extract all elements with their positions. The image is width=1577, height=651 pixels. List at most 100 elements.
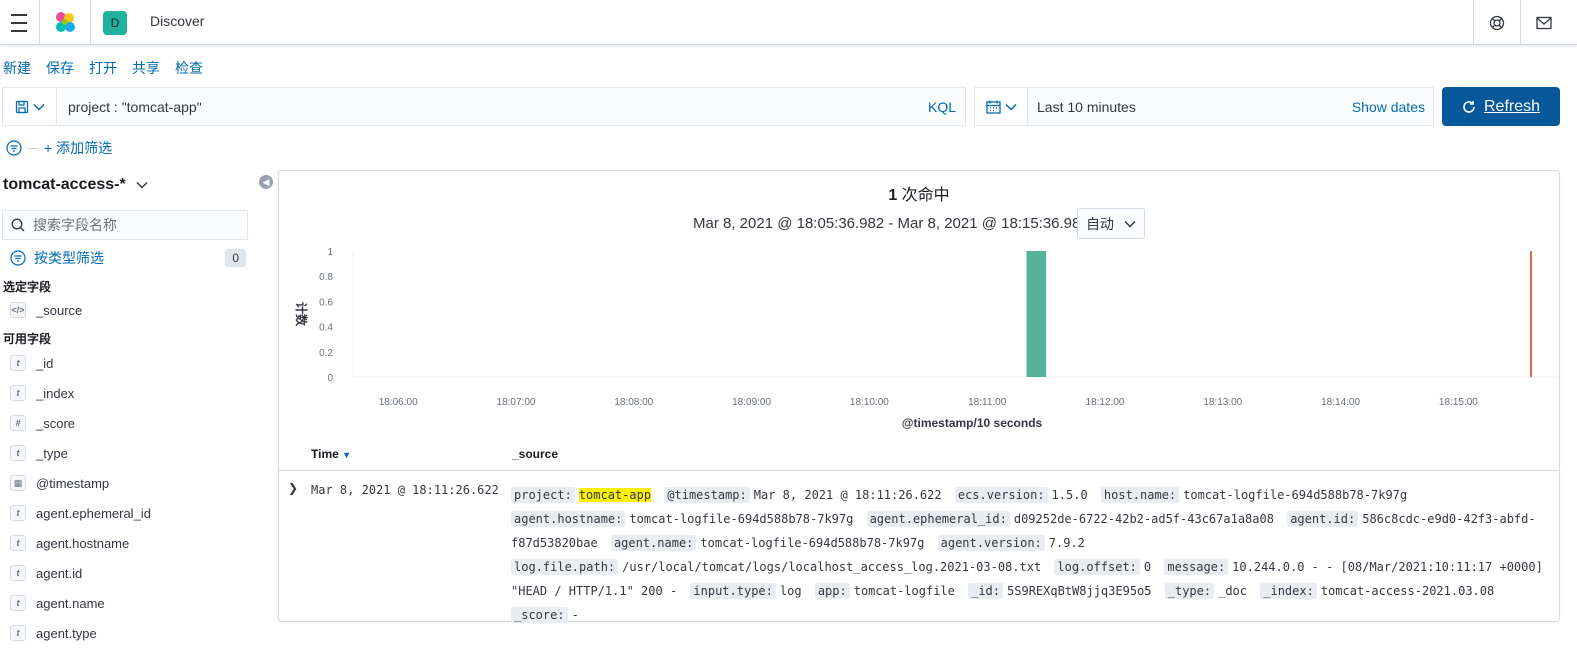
kibana-logo-icon[interactable]: [40, 0, 90, 45]
x-tick-label: 18:14:00: [1321, 397, 1360, 408]
filter-by-type-button[interactable]: 按类型筛选 0: [10, 248, 246, 268]
save-icon: [15, 100, 28, 113]
field-item[interactable]: t agent.type: [10, 625, 97, 641]
show-dates-link[interactable]: Show dates: [1352, 99, 1425, 115]
refresh-icon: [1463, 100, 1475, 113]
field-item[interactable]: ▦ @timestamp: [10, 475, 109, 491]
selected-fields-header: 选定字段: [3, 280, 52, 294]
date-type-icon: ▦: [10, 475, 26, 491]
filter-row: + 添加筛选: [6, 138, 112, 158]
source-field-key: log.file.path:: [511, 559, 619, 575]
source-type-icon: </>: [10, 302, 26, 318]
row-timestamp: Mar 8, 2021 @ 18:11:26.622: [311, 483, 499, 497]
field-item[interactable]: # _score: [10, 415, 75, 431]
chevron-down-icon: [1124, 220, 1136, 228]
filter-count-badge: 0: [225, 249, 246, 267]
source-field-value: Mar 8, 2021 @ 18:11:26.622: [753, 488, 942, 502]
help-icon[interactable]: [1474, 0, 1520, 45]
index-pattern-selector[interactable]: tomcat-access-*: [3, 176, 148, 194]
field-item[interactable]: t agent.id: [10, 565, 82, 581]
quick-select-button[interactable]: [975, 88, 1028, 125]
source-field-key: ecs.version:: [954, 487, 1048, 503]
x-tick-label: 18:15:00: [1439, 397, 1478, 408]
results-panel: 1 次命中 Mar 8, 2021 @ 18:05:36.982 - Mar 8…: [278, 170, 1560, 623]
field-item[interactable]: t agent.name: [10, 595, 105, 611]
filter-icon[interactable]: [6, 140, 22, 156]
source-field-key: agent.version:: [937, 535, 1045, 551]
menu-save[interactable]: 保存: [46, 58, 74, 78]
expand-row-icon[interactable]: ❯: [288, 481, 298, 495]
column-source[interactable]: _source: [512, 447, 558, 461]
time-range-text: Mar 8, 2021 @ 18:05:36.982 - Mar 8, 2021…: [693, 215, 1089, 232]
source-field-value: 7.9.2: [1048, 536, 1085, 550]
source-field-key: _index:: [1260, 583, 1317, 599]
field-item[interactable]: t _type: [10, 445, 68, 461]
chevron-down-icon: [136, 181, 148, 189]
histogram-bar: [1026, 251, 1047, 377]
menu-open[interactable]: 打开: [89, 58, 117, 78]
string-type-icon: t: [10, 565, 26, 581]
mail-icon[interactable]: [1521, 0, 1567, 45]
chevron-down-icon: [32, 103, 45, 111]
menu-new[interactable]: 新建: [3, 58, 31, 78]
source-field-key: input.type:: [690, 583, 776, 599]
x-axis-label: @timestamp/10 seconds: [902, 416, 1043, 430]
time-range-label[interactable]: Last 10 minutes: [1037, 99, 1136, 115]
table-header: Time ▼ _source: [279, 439, 1559, 471]
x-tick-label: 18:10:00: [850, 397, 889, 408]
menu-inspect[interactable]: 检查: [175, 58, 203, 78]
source-field-value: 1.5.0: [1051, 488, 1088, 502]
x-tick-label: 18:12:00: [1086, 397, 1125, 408]
source-field-key: _score:: [511, 607, 568, 623]
number-type-icon: #: [10, 415, 26, 431]
breadcrumb[interactable]: Discover: [150, 13, 204, 29]
kql-language-button[interactable]: KQL: [928, 99, 956, 115]
space-avatar[interactable]: D: [91, 0, 139, 45]
y-tick-label: 0.8: [319, 272, 333, 283]
string-type-icon: t: [10, 505, 26, 521]
y-tick-label: 0: [327, 373, 333, 384]
source-field-value: -: [571, 608, 579, 622]
field-sidebar: tomcat-access-* 搜索字段名称 按类型筛选 0 选定字段 </> …: [0, 170, 260, 651]
string-type-icon: t: [10, 535, 26, 551]
field-item[interactable]: </> _source: [10, 302, 82, 318]
x-tick-label: 18:06:00: [379, 397, 418, 408]
field-search-placeholder: 搜索字段名称: [33, 217, 117, 233]
field-search-input[interactable]: 搜索字段名称: [2, 210, 248, 240]
add-filter-link[interactable]: + 添加筛选: [44, 138, 112, 158]
field-item[interactable]: t _id: [10, 355, 53, 371]
field-item[interactable]: t agent.ephemeral_id: [10, 505, 151, 521]
source-field-key: agent.id:: [1287, 511, 1359, 527]
search-input[interactable]: project : "tomcat-app": [68, 99, 202, 115]
y-tick-label: 0.2: [319, 348, 333, 359]
source-field-key: host.name:: [1100, 487, 1180, 503]
string-type-icon: t: [10, 595, 26, 611]
x-tick-label: 18:08:00: [614, 397, 653, 408]
menu-icon[interactable]: [0, 0, 38, 45]
interval-select[interactable]: 自动: [1077, 208, 1145, 239]
field-item[interactable]: t agent.hostname: [10, 535, 129, 551]
source-field-value: log: [779, 584, 802, 598]
source-field-value: /usr/local/tomcat/logs/localhost_access_…: [622, 560, 1042, 574]
string-type-icon: t: [10, 385, 26, 401]
saved-query-button[interactable]: [3, 88, 57, 125]
source-field-value: tomcat-logfile: [853, 584, 955, 598]
time-picker: Last 10 minutes Show dates: [974, 87, 1434, 126]
source-field-value: tomcat-app: [578, 488, 652, 502]
source-field-key: _id:: [968, 583, 1004, 599]
field-item[interactable]: t _index: [10, 385, 74, 401]
column-time[interactable]: Time ▼: [311, 447, 351, 461]
source-field-value: 0: [1143, 560, 1152, 574]
top-nav-bar: D Discover: [0, 0, 1577, 45]
collapse-sidebar-icon[interactable]: ◀: [259, 175, 273, 189]
source-field-value: _doc: [1218, 584, 1248, 598]
source-field-key: agent.ephemeral_id:: [866, 511, 1010, 527]
y-tick-label: 1: [327, 247, 333, 258]
source-field-value: d09252de-6722-42b2-ad5f-43c67a1a8a08: [1013, 512, 1274, 526]
x-tick-label: 18:13:00: [1203, 397, 1242, 408]
menu-share[interactable]: 共享: [132, 58, 160, 78]
refresh-button[interactable]: Refresh: [1442, 87, 1560, 126]
search-icon: [11, 218, 25, 232]
filter-icon: [10, 250, 26, 266]
source-field-key: message:: [1164, 559, 1229, 575]
